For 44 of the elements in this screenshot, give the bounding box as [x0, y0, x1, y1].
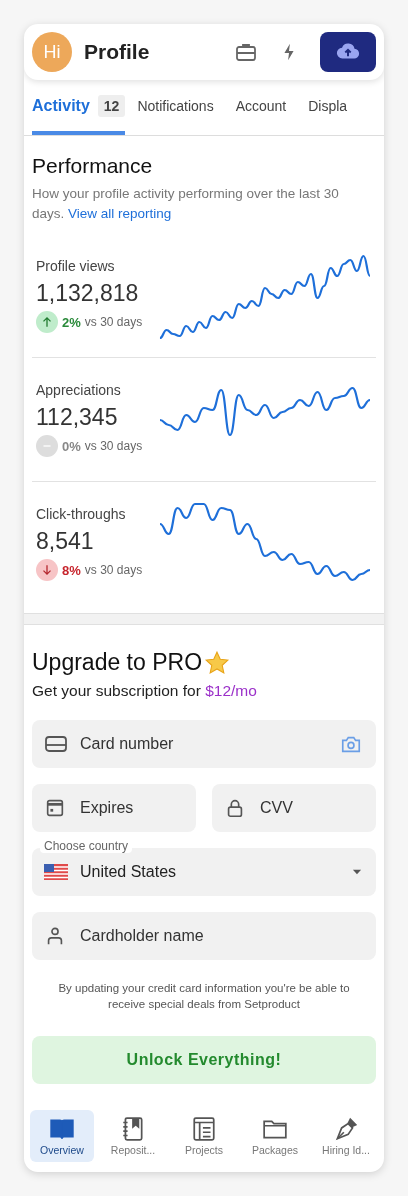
- change-percent: 2%: [62, 314, 81, 330]
- tab[interactable]: Displa: [308, 80, 358, 135]
- calendar-icon: [44, 797, 66, 819]
- card-number-field[interactable]: Card number: [32, 720, 376, 768]
- info-note: By updating your credit card information you're be able to receive special deals from Setproduct: [57, 981, 351, 1012]
- metric-label: Click-throughs: [36, 506, 127, 522]
- document-icon: [191, 1116, 217, 1142]
- metric-value: 112,345: [36, 404, 119, 431]
- cvv-field[interactable]: CVV: [212, 784, 376, 832]
- star-icon: [204, 649, 231, 676]
- metric-label: Profile views: [36, 258, 116, 274]
- period-label: vs 30 days: [84, 563, 143, 577]
- notebook-icon: [120, 1116, 146, 1142]
- tab[interactable]: Account: [235, 80, 297, 135]
- nav-item[interactable]: Hiring Id...: [314, 1110, 378, 1162]
- book-icon: [49, 1116, 75, 1142]
- expiry-field[interactable]: Expires: [32, 784, 196, 832]
- reporting-link[interactable]: View all reporting: [68, 206, 172, 221]
- period-label: vs 30 days: [84, 439, 143, 453]
- change-percent: 0%: [62, 438, 81, 454]
- nav-item[interactable]: Reposit...: [101, 1110, 165, 1162]
- metric-value: 1,132,818: [36, 280, 140, 307]
- page-title: Profile: [84, 40, 151, 64]
- section-title: Performance: [32, 154, 154, 178]
- change-percent: 8%: [62, 562, 81, 578]
- tab[interactable]: Notifications: [137, 80, 224, 135]
- section-title: Upgrade to PRO: [32, 649, 203, 676]
- upload-button[interactable]: [320, 32, 376, 72]
- unlock-button[interactable]: Unlock Everything!: [32, 1036, 376, 1084]
- tab[interactable]: Activity 12: [32, 80, 126, 135]
- description: How your profile activity performing over the last 30 days. View all reporting: [32, 185, 340, 223]
- nav-item[interactable]: Packages: [243, 1110, 307, 1162]
- subscription-text: Get your subscription for $12/mo: [32, 682, 258, 700]
- dash-icon: [36, 435, 58, 457]
- pen-nib-icon: [333, 1116, 359, 1142]
- cardholder-name-field[interactable]: Cardholder name: [32, 912, 376, 960]
- period-label: vs 30 days: [84, 315, 143, 329]
- field-label: Choose country: [40, 839, 133, 853]
- nav-item[interactable]: Projects: [172, 1110, 236, 1162]
- nav-item[interactable]: Overview: [30, 1110, 94, 1162]
- metric-value: 8,541: [36, 528, 95, 555]
- count-badge: 12: [97, 94, 126, 117]
- flag-icon: [44, 864, 68, 880]
- metric-label: Appreciations: [36, 382, 122, 398]
